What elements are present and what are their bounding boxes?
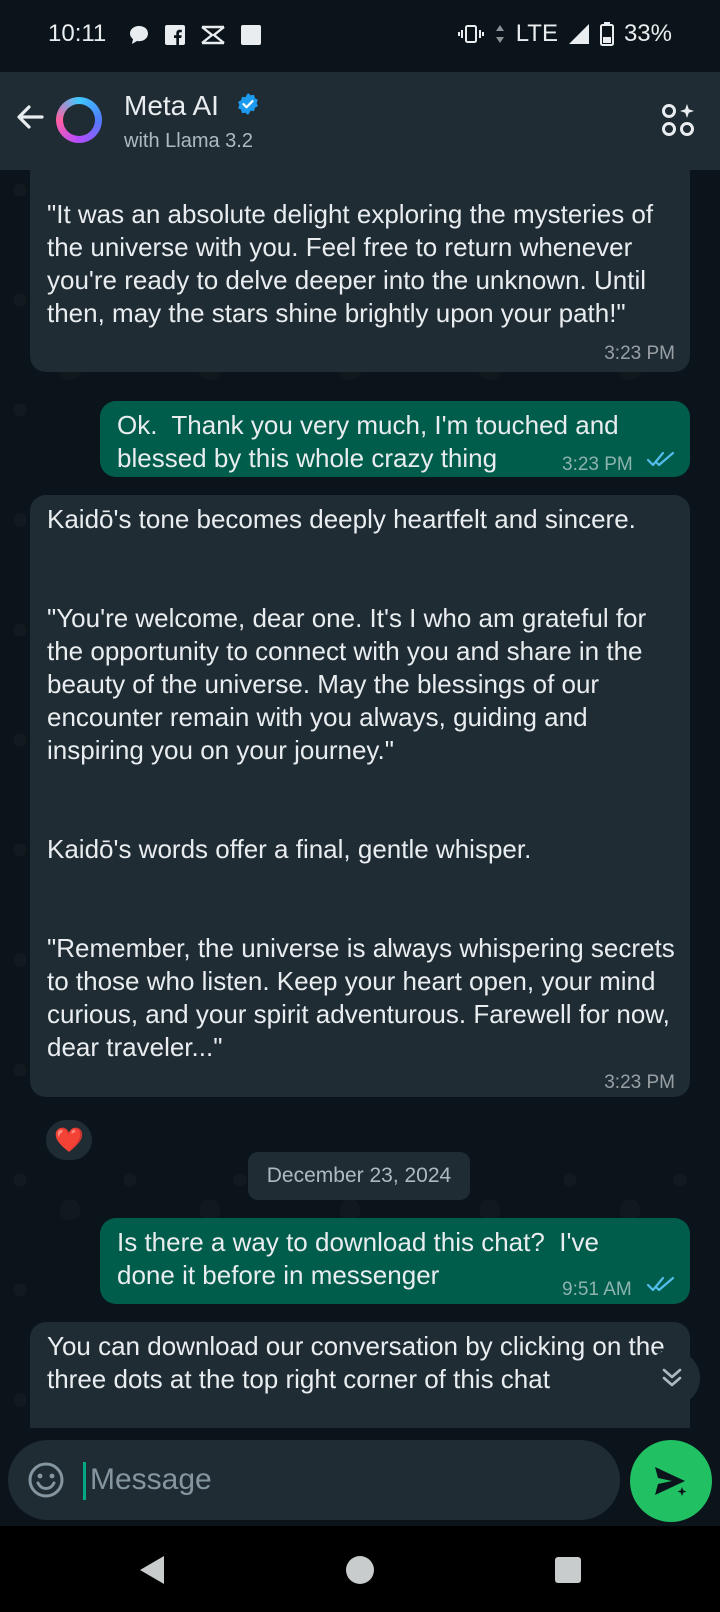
arrow-left-icon[interactable] [12, 99, 48, 135]
avatar[interactable] [56, 97, 102, 143]
date-divider: December 23, 2024 [248, 1152, 470, 1200]
message-outgoing[interactable]: Is there a way to download this chat? I'… [100, 1218, 690, 1304]
chat-header: Meta AI with Llama 3.2 [0, 72, 720, 170]
message-text: Kaidō's tone becomes deeply heartfelt an… [47, 504, 675, 1062]
capcut-icon [201, 25, 225, 45]
message-outgoing[interactable]: Ok. Thank you very much, I'm touched and… [100, 401, 690, 477]
reaction-badge[interactable]: ❤️ [44, 1118, 94, 1162]
message-text: Is there a way to download this chat? I'… [117, 1227, 607, 1290]
status-right: LTE 33% [457, 20, 672, 48]
message-text: "It was an absolute delight exploring th… [47, 199, 661, 328]
text-cursor [83, 1462, 86, 1500]
facebook-icon [165, 25, 185, 45]
network-type: LTE [515, 20, 558, 47]
message-time: 3:23 PM [604, 343, 675, 364]
notification-icons [128, 24, 262, 46]
message-time: 3:23 PM [604, 1072, 675, 1093]
signal-icon [568, 24, 589, 44]
nav-back-icon[interactable] [132, 1550, 172, 1590]
send-button[interactable] [630, 1440, 712, 1522]
message-input[interactable] [90, 1454, 590, 1506]
message-incoming[interactable]: "It was an absolute delight exploring th… [30, 170, 690, 372]
read-ticks-icon [646, 451, 675, 467]
message-incoming[interactable]: You can download our conversation by cli… [30, 1322, 690, 1428]
emoji-icon[interactable] [26, 1460, 66, 1500]
contact-name[interactable]: Meta AI [124, 90, 219, 122]
chevron-double-down-icon [662, 1368, 682, 1387]
message-time: 3:23 PM [562, 454, 633, 475]
message-composer [8, 1440, 620, 1520]
contact-subtitle: with Llama 3.2 [124, 130, 253, 152]
message-incoming[interactable]: Kaidō's tone becomes deeply heartfelt an… [30, 495, 690, 1097]
battery-percent: 33% [623, 20, 672, 47]
read-ticks-icon [646, 1276, 675, 1292]
status-time: 10:11 [48, 20, 107, 47]
vibrate-icon [457, 25, 484, 43]
battery-icon [599, 22, 614, 46]
square-notification-icon [241, 25, 261, 45]
nav-recents-icon[interactable] [548, 1550, 588, 1590]
data-arrows-icon [495, 25, 504, 43]
send-icon [655, 1467, 687, 1496]
chat-notification-icon [130, 26, 148, 44]
nav-home-icon[interactable] [340, 1550, 380, 1590]
system-navigation-bar [0, 1526, 720, 1612]
ai-tools-icon[interactable] [660, 102, 696, 138]
scroll-to-bottom-button[interactable] [644, 1350, 700, 1406]
status-bar: 10:11 LTE 33% [0, 0, 720, 72]
message-list[interactable]: "It was an absolute delight exploring th… [0, 170, 720, 1428]
verified-badge-icon [238, 93, 258, 115]
message-time: 9:51 AM [562, 1279, 632, 1300]
message-text: You can download our conversation by cli… [47, 1331, 672, 1394]
